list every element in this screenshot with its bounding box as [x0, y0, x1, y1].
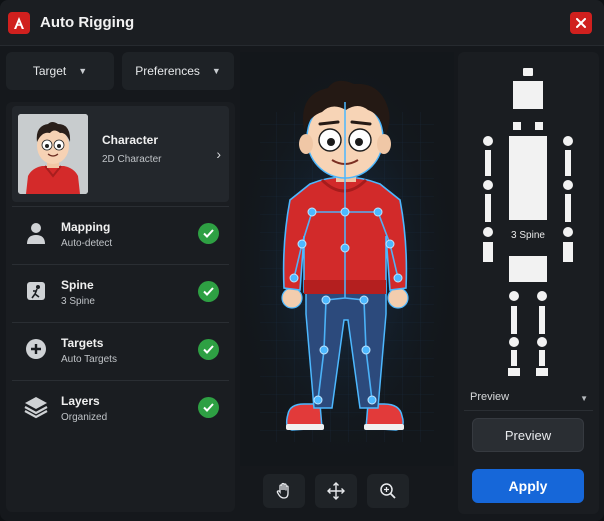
character-avatar [18, 114, 88, 194]
step-targets[interactable]: Targets Auto Targets [12, 322, 229, 378]
spine-count-label: 3 Spine [502, 230, 554, 241]
step-subtitle: Auto-detect [61, 238, 113, 249]
step-subtitle: Auto Targets [61, 354, 117, 365]
skeleton-panel: 3 Spine Preview ▼ Preview Apply [458, 52, 599, 514]
step-mapping[interactable]: Mapping Auto-detect [12, 206, 229, 262]
move-tool-button[interactable] [315, 474, 357, 508]
zoom-icon [380, 483, 396, 499]
person-icon [27, 223, 45, 244]
auto-rigging-window: Auto Rigging Target ▼ Preferences ▼ Char… [0, 0, 604, 521]
preview-select-value: Preview [470, 391, 510, 403]
move-icon [327, 482, 345, 500]
preview-button[interactable]: Preview [472, 418, 584, 452]
check-icon [198, 339, 219, 360]
step-layers[interactable]: Layers Organized [12, 380, 229, 436]
layers-icon [24, 397, 48, 419]
step-spine[interactable]: Spine 3 Spine [12, 264, 229, 320]
zoom-tool-button[interactable] [367, 474, 409, 508]
chevron-down-icon: ▼ [580, 394, 588, 403]
title-bar: Auto Rigging [0, 0, 604, 46]
step-title: Targets [61, 336, 104, 350]
check-icon [198, 223, 219, 244]
chevron-down-icon: ▼ [211, 66, 221, 76]
check-icon [198, 281, 219, 302]
rig-steps-panel: Character 2D Character › Mapping Auto-de… [6, 102, 235, 512]
divider [464, 410, 593, 411]
pan-tool-button[interactable] [263, 474, 305, 508]
add-target-icon [26, 339, 46, 359]
rigged-character-figure [240, 52, 454, 466]
preferences-dropdown-label: Preferences [135, 64, 200, 78]
hand-icon [276, 482, 289, 499]
step-title: Mapping [61, 220, 111, 234]
character-card[interactable]: Character 2D Character › [12, 106, 229, 202]
window-title: Auto Rigging [40, 14, 135, 31]
preview-mode-select[interactable]: Preview ▼ [470, 391, 588, 411]
step-title: Spine [61, 278, 94, 292]
target-dropdown-label: Target [32, 64, 67, 78]
chevron-right-icon: › [216, 146, 221, 162]
target-dropdown[interactable]: Target ▼ [6, 52, 114, 90]
step-subtitle: Organized [61, 412, 108, 423]
spine-icon [27, 282, 45, 300]
apply-button[interactable]: Apply [472, 469, 584, 503]
app-logo-icon [8, 12, 30, 34]
step-title: Layers [61, 394, 100, 408]
close-icon [576, 18, 586, 28]
check-icon [198, 397, 219, 418]
character-viewport[interactable] [240, 52, 454, 466]
step-subtitle: 3 Spine [61, 296, 95, 307]
close-button[interactable] [570, 12, 592, 34]
character-subtitle: 2D Character [102, 154, 162, 165]
character-title: Character [102, 133, 159, 147]
skeleton-diagram [483, 68, 573, 376]
preferences-dropdown[interactable]: Preferences ▼ [122, 52, 234, 90]
chevron-down-icon: ▼ [78, 66, 88, 76]
